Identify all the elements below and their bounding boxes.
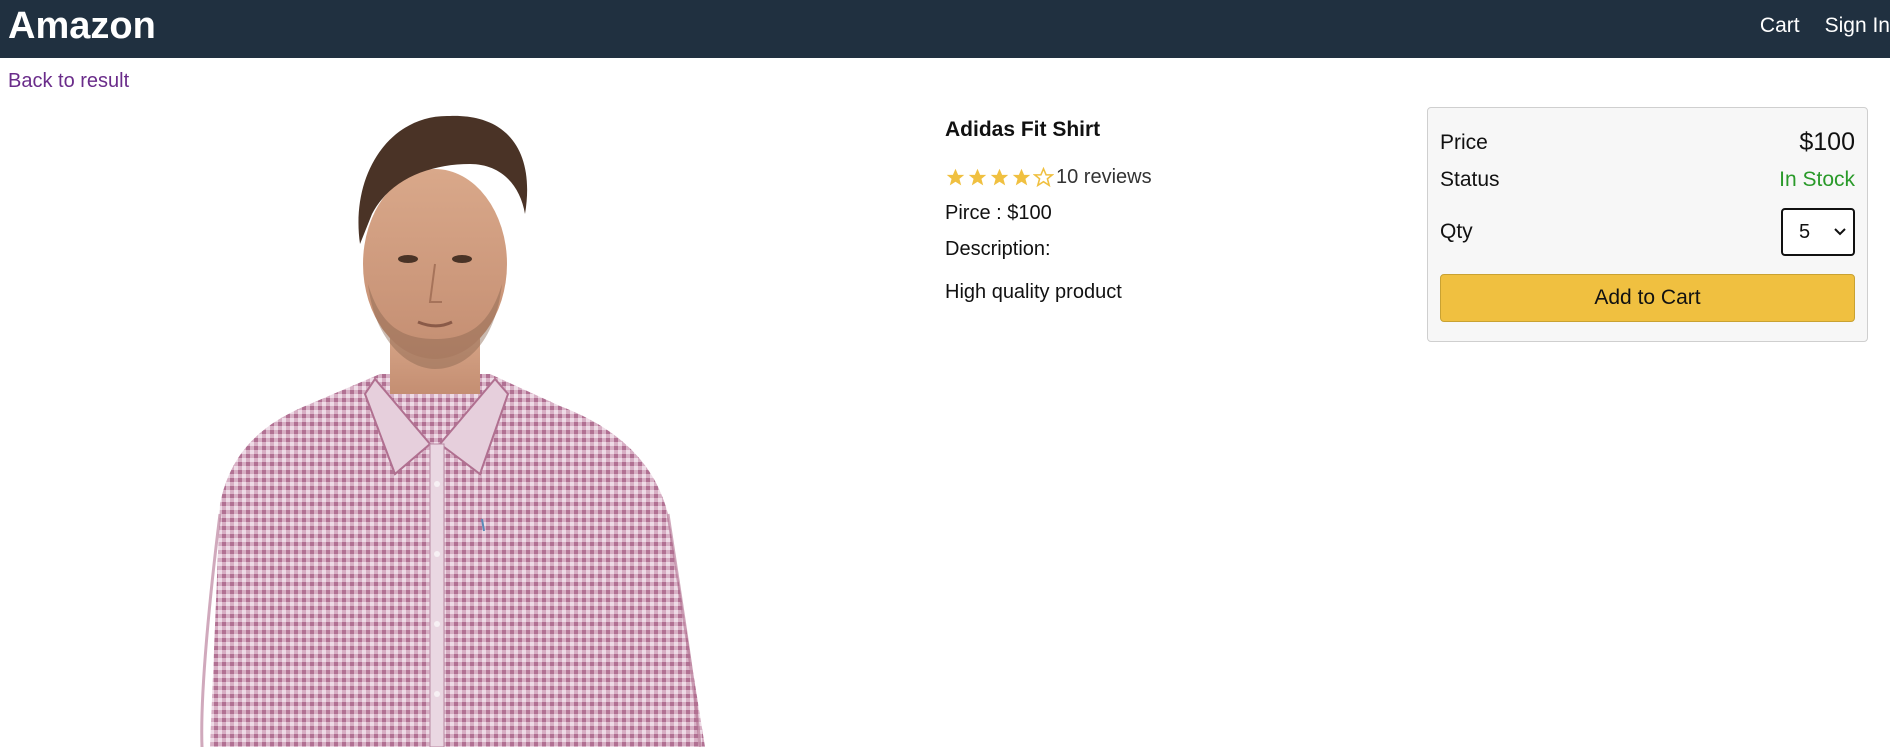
- price-value: $100: [1799, 128, 1855, 156]
- price-label: Price: [1440, 130, 1488, 154]
- status-label: Status: [1440, 168, 1500, 191]
- qty-selected-value: 5: [1799, 220, 1811, 243]
- product-image: [190, 94, 740, 747]
- price-row: Price $100: [1440, 128, 1855, 157]
- cart-link[interactable]: Cart: [1760, 14, 1800, 38]
- product-title: Adidas Fit Shirt: [945, 118, 1101, 141]
- review-count: 10 reviews: [1056, 166, 1152, 188]
- header-nav: Cart Sign In: [1760, 14, 1890, 38]
- buy-box: Price $100 Status In Stock Qty 5 Add to …: [1427, 107, 1868, 342]
- add-to-cart-button[interactable]: Add to Cart: [1440, 274, 1855, 322]
- star-rating: [945, 167, 1054, 188]
- status-value: In Stock: [1779, 168, 1855, 191]
- star-full-icon: [990, 168, 1009, 186]
- product-price-line: Pirce : $100: [945, 202, 1052, 224]
- star-full-icon: [968, 168, 987, 186]
- qty-row: Qty 5: [1440, 208, 1855, 256]
- status-row: Status In Stock: [1440, 168, 1855, 192]
- brand-logo-link[interactable]: Amazon: [8, 4, 156, 48]
- qty-label: Qty: [1440, 220, 1473, 243]
- chevron-down-icon: [1834, 228, 1846, 236]
- rating: 10 reviews: [945, 166, 1152, 189]
- top-navbar: Amazon Cart Sign In: [0, 0, 1890, 58]
- star-full-icon: [946, 168, 965, 186]
- star-empty-icon: [1033, 167, 1054, 188]
- star-full-icon: [1012, 168, 1031, 186]
- description-label: Description:: [945, 238, 1051, 260]
- qty-select[interactable]: 5: [1781, 208, 1855, 256]
- sign-in-link[interactable]: Sign In: [1825, 14, 1890, 38]
- product-details: Adidas Fit Shirt 10 reviews Pirce : $100…: [945, 116, 1152, 303]
- product-description: High quality product: [945, 281, 1122, 303]
- back-to-result-link[interactable]: Back to result: [8, 69, 129, 93]
